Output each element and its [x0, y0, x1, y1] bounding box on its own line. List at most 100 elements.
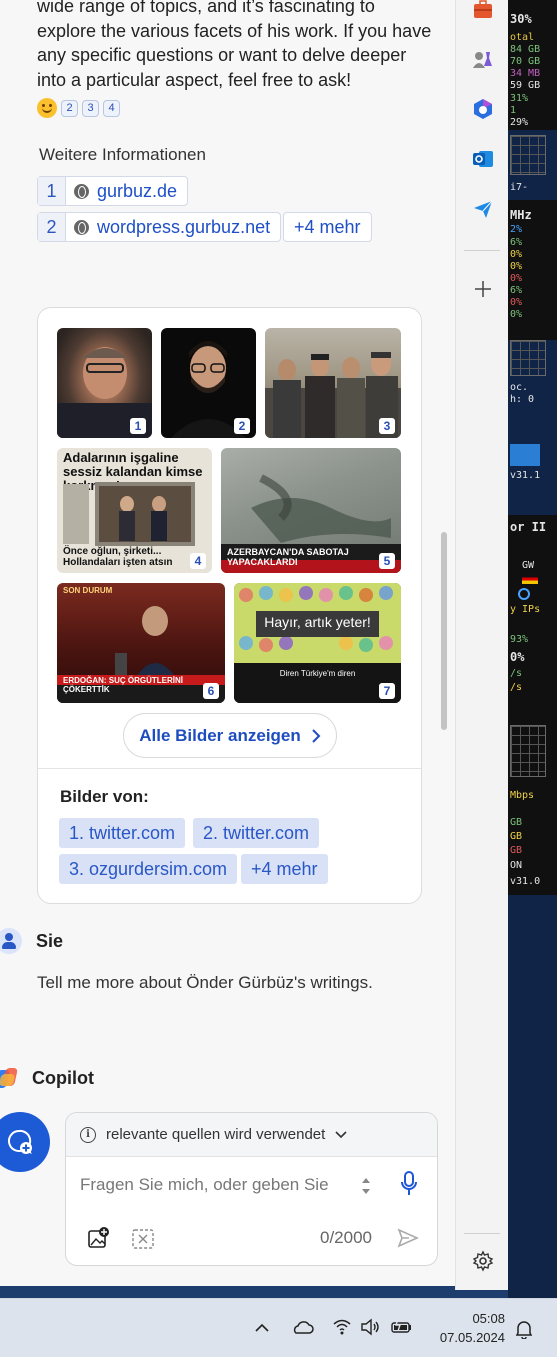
games-icon[interactable] [472, 48, 494, 70]
image-badge: 2 [234, 418, 250, 434]
source-number: 1 [38, 177, 66, 205]
widget-value: 31% [510, 93, 529, 104]
show-all-images-button[interactable]: Alle Bilder anzeigen [123, 713, 337, 758]
source-number: 2 [38, 213, 66, 241]
source-link-2[interactable]: 2 wordpress.gurbuz.net [37, 212, 282, 242]
image-badge: 3 [379, 418, 395, 434]
image-caption: Hayır, artık yeter! [264, 614, 371, 630]
more-info-title: Weitere Informationen [39, 145, 206, 164]
send-icon[interactable] [472, 198, 494, 220]
widget-value: or II [510, 520, 547, 534]
m365-icon[interactable] [472, 98, 494, 120]
source-label: wordpress.gurbuz.net [97, 216, 271, 237]
source-link-1[interactable]: 1 gurbuz.de [37, 176, 189, 206]
widget-value: GB [510, 845, 523, 856]
image-source-chip-1[interactable]: 1. twitter.com [59, 818, 186, 848]
widget-value: 0% [510, 650, 525, 664]
widget-value: 0% [510, 261, 523, 272]
sources-toggle[interactable]: i relevante quellen wird verwendet [66, 1113, 437, 1157]
widget-value: h: 0 [510, 394, 535, 405]
volume-icon[interactable] [360, 1318, 382, 1336]
image-result-5[interactable]: AZERBAYCAN'DA SABOTAJ YAPACAKLARDI 5 [221, 448, 401, 573]
image-source-chip-3[interactable]: 3. ozgurdersim.com [59, 854, 238, 884]
widget-value: 30% [510, 12, 532, 26]
microphone-icon[interactable] [400, 1171, 418, 1197]
image-result-4[interactable]: Adalarının işgaline sessiz kalandan kims… [57, 448, 212, 573]
settings-icon[interactable] [472, 1250, 494, 1272]
widget-value: 0% [510, 309, 523, 320]
desktop-monitor-widget: 30% otal 84 GB 70 GB 34 MB 59 GB 31% 1 2… [508, 0, 557, 1300]
user-avatar-icon [0, 928, 22, 954]
image-result-1[interactable]: 1 [57, 328, 152, 438]
battery-icon[interactable] [390, 1319, 414, 1335]
new-topic-button[interactable] [0, 1112, 50, 1172]
image-badge: 7 [379, 683, 395, 699]
taskbar: 05:08 07.05.2024 [0, 1298, 557, 1357]
image-result-2[interactable]: 2 [161, 328, 256, 438]
add-image-icon[interactable] [87, 1227, 109, 1249]
more-sources-button[interactable]: +4 mehr [283, 212, 372, 242]
citation-row: 2 3 4 [37, 98, 120, 118]
toolbox-icon[interactable] [472, 0, 494, 22]
widget-value: 34 MB [510, 68, 541, 79]
new-chat-icon [8, 1129, 32, 1155]
clock-time: 05:08 [472, 1311, 505, 1326]
wifi-icon[interactable] [332, 1317, 352, 1335]
images-from-label: Bilder von: [60, 787, 149, 806]
widget-value: GB [510, 831, 523, 842]
widget-value: 29% [510, 117, 529, 128]
chevron-up-icon[interactable] [254, 1321, 270, 1333]
citation-4[interactable]: 4 [103, 99, 120, 117]
clock-date: 07.05.2024 [439, 1330, 505, 1345]
widget-value: 0% [510, 273, 523, 284]
citation-3[interactable]: 3 [82, 99, 99, 117]
chat-composer: i relevante quellen wird verwendet Frage… [65, 1112, 438, 1266]
image-result-6[interactable]: SON DURUM ERDOĞAN: SUÇ ÖRGÜTLERİNİ ÇÖKER… [57, 583, 225, 703]
globe-icon [74, 219, 89, 235]
chevron-right-icon [312, 728, 321, 743]
image-result-3[interactable]: 3 [265, 328, 401, 438]
chat-input[interactable]: Fragen Sie mich, oder geben Sie [80, 1175, 329, 1195]
sources-label: relevante quellen wird verwendet [106, 1126, 326, 1143]
outlook-icon[interactable] [472, 148, 494, 170]
widget-value: 59 GB [510, 80, 541, 91]
widget-graph [510, 340, 546, 376]
onedrive-icon[interactable] [290, 1319, 314, 1335]
screenshot-icon[interactable] [131, 1228, 155, 1250]
widget-value: v31.1 [510, 470, 541, 481]
show-all-images-label: Alle Bilder anzeigen [139, 725, 301, 745]
sidebar-divider [464, 250, 500, 251]
edge-sidebar [455, 0, 508, 1290]
widget-graph [510, 725, 546, 777]
widget-value: 0% [510, 297, 523, 308]
widget-value: Mbps [510, 790, 535, 801]
widget-value: 6% [510, 237, 523, 248]
image-badge: 1 [130, 418, 146, 434]
clock[interactable]: 05:08 07.05.2024 [440, 1309, 505, 1347]
stepper-arrows-icon[interactable] [361, 1175, 371, 1197]
widget-value: /s [510, 668, 523, 679]
image-source-more-chip[interactable]: +4 mehr [241, 854, 328, 884]
chat-scrollbar[interactable] [441, 532, 447, 730]
character-counter: 0/2000 [320, 1228, 372, 1247]
assistant-speaker: Copilot [0, 1066, 94, 1090]
widget-value: y IPs [510, 604, 541, 615]
chevron-down-icon [335, 1130, 347, 1138]
widget-value: oc. [510, 382, 529, 393]
image-result-7[interactable]: Hayır, artık yeter! Diren Türkiye'm dire… [234, 583, 401, 703]
image-caption: AZERBAYCAN'DA SABOTAJ YAPACAKLARDI [227, 547, 349, 567]
copilot-logo-icon [0, 1066, 18, 1090]
add-icon[interactable] [472, 278, 494, 300]
send-icon[interactable] [397, 1228, 419, 1248]
notification-bell-icon[interactable] [514, 1319, 534, 1339]
image-caption: ERDOĞAN: SUÇ ÖRGÜTLERİNİ ÇÖKERTTİK [63, 676, 183, 694]
widget-value: i7- [510, 182, 529, 193]
image-source-chip-2[interactable]: 2. twitter.com [193, 818, 320, 848]
image-badge: 5 [379, 553, 395, 569]
image-caption: Diren Türkiye'm diren [279, 669, 356, 678]
copilot-pane: wide range of topics, and it’s fascinati… [0, 0, 455, 1286]
globe-icon [74, 183, 89, 199]
widget-badge [510, 444, 540, 466]
flag-icon [522, 574, 538, 584]
citation-2[interactable]: 2 [61, 99, 78, 117]
